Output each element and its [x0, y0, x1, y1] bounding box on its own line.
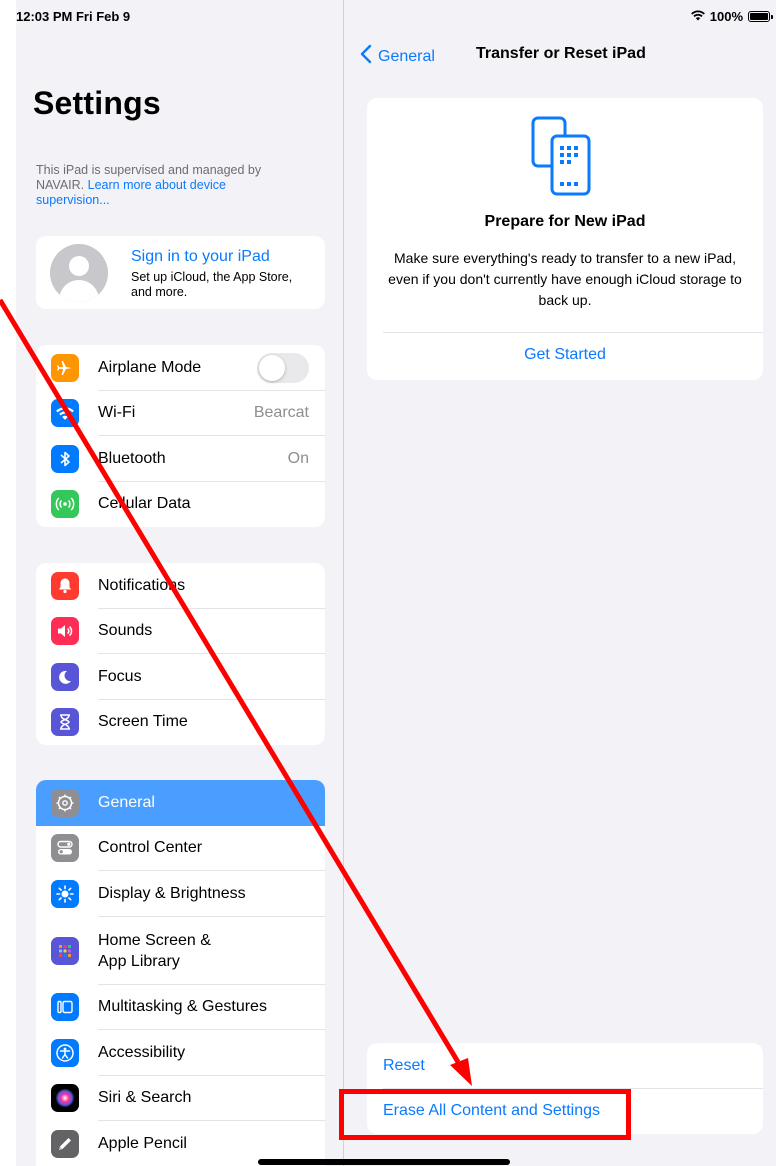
sidebar-item-display-brightness[interactable]: Display & Brightness	[36, 871, 325, 917]
sidebar-item-notifications[interactable]: Notifications	[36, 563, 325, 609]
sidebar-item-label: Multitasking & Gestures	[98, 998, 267, 1016]
sidebar-item-wifi[interactable]: Wi-Fi Bearcat	[36, 391, 325, 436]
ipad-transfer-icon	[527, 114, 603, 198]
connectivity-group: Airplane Mode Wi-Fi Bearcat Bluetooth On	[36, 345, 325, 527]
sidebar-item-label: Control Center	[98, 839, 203, 857]
home-indicator	[258, 1159, 510, 1165]
sidebar-item-label: Home Screen & App Library	[98, 931, 211, 970]
prepare-new-ipad-card: Prepare for New iPad Make sure everythin…	[367, 98, 763, 380]
sidebar-item-siri-search[interactable]: Siri & Search	[36, 1076, 325, 1121]
sidebar-item-multitasking[interactable]: Multitasking & Gestures	[36, 985, 325, 1030]
sidebar-item-label: Notifications	[98, 576, 186, 594]
sidebar-item-label: Airplane Mode	[98, 358, 202, 376]
sidebar-item-screen-time[interactable]: Screen Time	[36, 700, 325, 746]
sidebar-item-label: Focus	[98, 667, 142, 685]
page-title: Settings	[33, 85, 161, 121]
status-indicators: 100%	[690, 9, 773, 24]
ipad-screen: 12:03 PM Fri Feb 9 100% Settings This iP…	[16, 0, 776, 1166]
bluetooth-icon	[51, 444, 79, 473]
sidebar-item-label: Screen Time	[98, 713, 188, 731]
back-button[interactable]: General	[360, 44, 435, 69]
hourglass-icon	[51, 708, 79, 737]
pencil-icon	[51, 1129, 79, 1158]
accessibility-icon	[51, 1038, 79, 1067]
sidebar-item-label: Sounds	[98, 622, 153, 640]
sidebar-item-control-center[interactable]: Control Center	[36, 826, 325, 871]
airplane-mode-toggle[interactable]	[257, 352, 309, 383]
settings-sidebar: Settings This iPad is supervised and man…	[16, 0, 342, 1166]
card-divider	[383, 332, 763, 333]
sidebar-item-label: Accessibility	[98, 1043, 186, 1061]
split-view-divider	[343, 0, 344, 1166]
bluetooth-status-value: On	[287, 449, 309, 467]
sidebar-item-label: Siri & Search	[98, 1089, 192, 1107]
gear-icon	[51, 788, 79, 817]
sidebar-item-label: Cellular Data	[98, 495, 191, 513]
sign-in-subtitle: Set up iCloud, the App Store, and more.	[131, 270, 293, 299]
sidebar-item-label: General	[98, 793, 155, 811]
battery-percent: 100%	[709, 9, 743, 24]
prepare-description: Make sure everything's ready to transfer…	[388, 250, 742, 308]
wifi-status-icon	[690, 9, 705, 24]
battery-icon	[748, 11, 773, 22]
sidebar-item-label: Display & Brightness	[98, 884, 246, 902]
sidebar-item-accessibility[interactable]: Accessibility	[36, 1030, 325, 1076]
supervision-notice: This iPad is supervised and managed by N…	[36, 163, 286, 208]
notifications-group: Notifications Sounds Focus Screen Time	[36, 563, 325, 745]
sidebar-item-home-screen[interactable]: Home Screen & App Library	[36, 917, 325, 985]
speaker-icon	[51, 617, 79, 646]
avatar	[50, 244, 108, 302]
multitask-icon	[51, 993, 79, 1022]
wifi-icon	[51, 399, 79, 428]
general-group: General Control Center Display & Brightn…	[36, 780, 325, 1166]
moon-icon	[51, 662, 79, 691]
sun-icon	[51, 879, 79, 908]
switches-icon	[51, 834, 79, 863]
wifi-network-value: Bearcat	[253, 404, 309, 422]
sidebar-item-general[interactable]: General	[36, 780, 325, 826]
sidebar-item-airplane-mode[interactable]: Airplane Mode	[36, 345, 325, 391]
sidebar-item-focus[interactable]: Focus	[36, 654, 325, 700]
back-button-label: General	[378, 47, 435, 65]
cellular-icon	[51, 490, 79, 519]
siri-icon	[51, 1084, 79, 1113]
sidebar-item-label: Bluetooth	[98, 449, 166, 467]
sidebar-item-cellular-data[interactable]: Cellular Data	[36, 482, 325, 528]
sign-in-card[interactable]: Sign in to your iPad Set up iCloud, the …	[36, 236, 325, 309]
sidebar-item-sounds[interactable]: Sounds	[36, 609, 325, 654]
sidebar-item-label: Apple Pencil	[98, 1134, 187, 1152]
sign-in-title: Sign in to your iPad	[131, 248, 270, 265]
bell-icon	[51, 571, 79, 600]
reset-button[interactable]: Reset	[367, 1043, 763, 1088]
detail-title: Transfer or Reset iPad	[476, 45, 646, 62]
annotation-highlight-box	[339, 1089, 631, 1140]
home-grid-icon	[51, 936, 79, 965]
sidebar-item-bluetooth[interactable]: Bluetooth On	[36, 436, 325, 482]
sidebar-item-label: Wi-Fi	[98, 404, 136, 422]
get-started-button[interactable]: Get Started	[367, 346, 763, 364]
airplane-icon	[51, 353, 79, 382]
chevron-left-icon	[360, 44, 372, 69]
prepare-title: Prepare for New iPad	[484, 213, 646, 230]
